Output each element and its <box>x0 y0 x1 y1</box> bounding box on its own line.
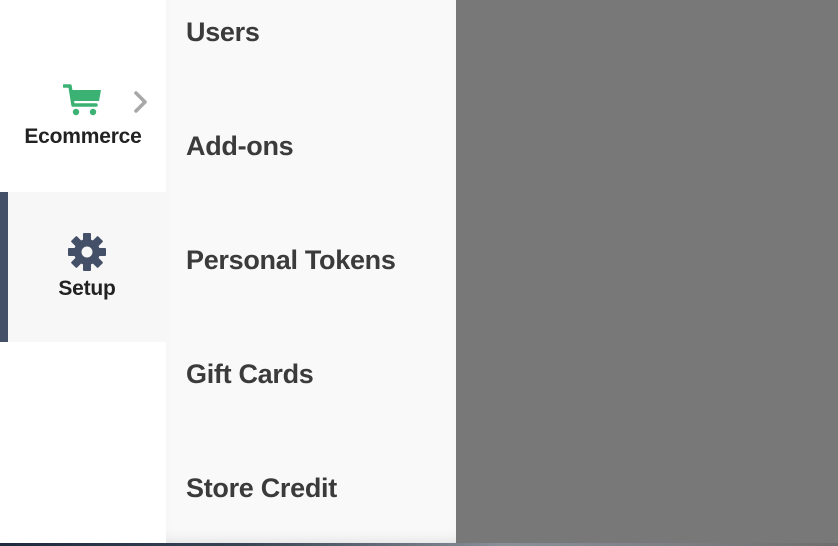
submenu-item-add-ons[interactable]: Add-ons <box>186 126 294 166</box>
gear-icon-wrap <box>67 233 107 271</box>
chevron-right-icon <box>134 91 147 113</box>
cart-icon <box>63 84 101 116</box>
submenu-item-users[interactable]: Users <box>186 12 260 52</box>
submenu-item-gift-cards[interactable]: Gift Cards <box>186 354 314 394</box>
rail-item-ecommerce[interactable]: Ecommerce <box>0 40 166 190</box>
submenu-item-store-credit[interactable]: Store Credit <box>186 468 337 508</box>
gear-icon <box>68 233 106 271</box>
submenu-item-personal-tokens[interactable]: Personal Tokens <box>186 240 396 280</box>
cart-icon-wrap <box>63 81 103 119</box>
setup-submenu: Users Add-ons Personal Tokens Gift Cards… <box>166 0 456 546</box>
rail-item-label: Setup <box>58 277 116 300</box>
rail-item-label: Ecommerce <box>24 125 142 148</box>
modal-backdrop-overlay[interactable] <box>456 0 838 546</box>
rail-item-setup[interactable]: Setup <box>0 192 166 342</box>
left-nav-rail: Ecommerce Setup <box>0 0 166 546</box>
